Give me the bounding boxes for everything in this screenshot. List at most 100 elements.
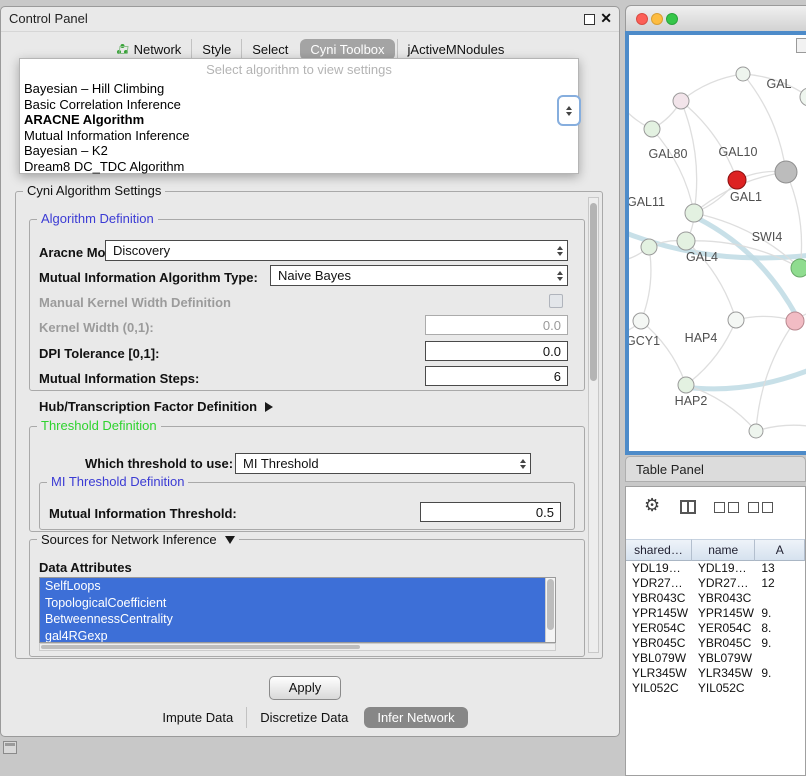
mi-threshold-field[interactable]: 0.5 bbox=[420, 502, 561, 522]
minimize-traffic-light[interactable] bbox=[651, 13, 663, 25]
bottom-tab-discretize-data[interactable]: Discretize Data bbox=[246, 707, 361, 728]
menu-item-dream8-dc-tdc-algorithm[interactable]: Dream8 DC_TDC Algorithm bbox=[20, 159, 578, 175]
column-header-shared[interactable]: shared… bbox=[626, 539, 692, 561]
table-row[interactable]: YIL052CYIL052C bbox=[626, 681, 805, 696]
column-header-a[interactable]: A bbox=[755, 539, 805, 561]
window-title: Control Panel bbox=[9, 11, 88, 26]
data-attributes-label: Data Attributes bbox=[39, 560, 132, 575]
mi-steps-field[interactable]: 6 bbox=[425, 366, 568, 386]
tab-network[interactable]: Network bbox=[106, 39, 192, 60]
table-cell: 8. bbox=[755, 621, 805, 636]
table-row[interactable]: YBL079WYBL079W bbox=[626, 651, 805, 666]
network-node[interactable] bbox=[673, 93, 689, 109]
menu-item-bayesian-hill-climbing[interactable]: Bayesian – Hill Climbing bbox=[20, 81, 578, 97]
tab-select[interactable]: Select bbox=[241, 39, 298, 60]
table-cell bbox=[755, 681, 805, 696]
mi-threshold-group-title: MI Threshold Definition bbox=[47, 474, 188, 489]
menu-item-basic-correlation-inference[interactable]: Basic Correlation Inference bbox=[20, 97, 578, 113]
network-node[interactable] bbox=[736, 67, 750, 81]
attr-items: SelfLoopsTopologicalCoefficientBetweenne… bbox=[40, 578, 555, 643]
gear-icon[interactable]: ⚙ bbox=[644, 495, 660, 516]
birdseye-toggle[interactable] bbox=[796, 38, 806, 53]
node-label: GAL11 bbox=[629, 195, 665, 209]
scrollbar-thumb[interactable] bbox=[590, 203, 597, 381]
tab-jactivemnodules[interactable]: jActiveMNodules bbox=[397, 39, 515, 60]
network-edge bbox=[681, 101, 737, 180]
zoom-traffic-light[interactable] bbox=[666, 13, 678, 25]
bottom-tab-infer-network[interactable]: Infer Network bbox=[364, 707, 467, 728]
close-icon[interactable]: ✕ bbox=[600, 10, 612, 27]
data-attributes-list[interactable]: SelfLoopsTopologicalCoefficientBetweenne… bbox=[39, 577, 556, 643]
dpi-tolerance-field[interactable]: 0.0 bbox=[425, 341, 568, 361]
tab-label: Select bbox=[252, 42, 288, 57]
close-traffic-light[interactable] bbox=[636, 13, 648, 25]
which-threshold-select[interactable]: MI Threshold bbox=[235, 453, 531, 474]
table-row[interactable]: YER054CYER054C8. bbox=[626, 621, 805, 636]
select-all-checks-icon[interactable] bbox=[714, 502, 739, 513]
deselect-all-checks-icon[interactable] bbox=[748, 502, 773, 513]
float-icon[interactable] bbox=[584, 14, 595, 25]
scrollbar-thumb[interactable] bbox=[547, 579, 554, 630]
apply-button[interactable]: Apply bbox=[269, 676, 341, 700]
table-row[interactable]: YBR043CYBR043C bbox=[626, 591, 805, 606]
menu-item-bayesian-k2[interactable]: Bayesian – K2 bbox=[20, 143, 578, 159]
table-cell: YBR043C bbox=[692, 591, 755, 606]
list-vertical-scrollbar[interactable] bbox=[545, 578, 555, 642]
list-horizontal-scrollbar[interactable] bbox=[39, 643, 556, 651]
attribute-item-gal4rgexp[interactable]: gal4RGexp bbox=[40, 628, 545, 644]
table-cell: YBL079W bbox=[692, 651, 755, 666]
mi-type-select[interactable]: Naive Bayes bbox=[270, 265, 568, 286]
table-cell: YIL052C bbox=[626, 681, 692, 696]
algorithm-definition-title: Algorithm Definition bbox=[37, 211, 158, 226]
network-node[interactable] bbox=[791, 259, 806, 277]
menu-item-aracne-algorithm[interactable]: ARACNE Algorithm bbox=[20, 112, 578, 128]
control-panel-titlebar: Control Panel ✕ bbox=[1, 7, 619, 32]
columns-icon[interactable] bbox=[680, 500, 696, 514]
network-node[interactable] bbox=[641, 239, 657, 255]
network-node[interactable] bbox=[728, 171, 746, 189]
network-node[interactable] bbox=[685, 204, 703, 222]
attribute-item-selfloops[interactable]: SelfLoops bbox=[40, 578, 545, 595]
column-header-name[interactable]: name bbox=[692, 539, 756, 561]
network-node[interactable] bbox=[728, 312, 744, 328]
minimized-panel-icon[interactable] bbox=[3, 741, 17, 754]
sources-disclosure[interactable]: Sources for Network Inference bbox=[37, 532, 239, 547]
network-graph: GALGAL80GAL10GAL11GAL1SWI4GAL4GCY1HAP4HA… bbox=[629, 35, 806, 451]
tab-label: Style bbox=[202, 42, 231, 57]
network-node[interactable] bbox=[749, 424, 763, 438]
table-cell: YLR345W bbox=[626, 666, 692, 681]
node-label: GAL1 bbox=[730, 190, 762, 204]
network-node[interactable] bbox=[677, 232, 695, 250]
chevron-down-icon bbox=[225, 536, 235, 544]
network-canvas[interactable]: GALGAL80GAL10GAL11GAL1SWI4GAL4GCY1HAP4HA… bbox=[625, 31, 806, 455]
table-row[interactable]: YPR145WYPR145W9. bbox=[626, 606, 805, 621]
bottom-tab-impute-data[interactable]: Impute Data bbox=[149, 707, 246, 728]
network-node[interactable] bbox=[644, 121, 660, 137]
checked-box-icon bbox=[728, 502, 739, 513]
table-row[interactable]: YBR045CYBR045C9. bbox=[626, 636, 805, 651]
aracne-mode-select[interactable]: Discovery bbox=[105, 240, 568, 261]
menu-item-mutual-information-inference[interactable]: Mutual Information Inference bbox=[20, 128, 578, 144]
settings-scrollbar[interactable] bbox=[588, 197, 599, 653]
table-row[interactable]: YLR345WYLR345W9. bbox=[626, 666, 805, 681]
node-label: HAP4 bbox=[685, 331, 718, 345]
hub-definition-disclosure[interactable]: Hub/Transcription Factor Definition bbox=[39, 399, 273, 414]
attribute-item-topologicalcoefficient[interactable]: TopologicalCoefficient bbox=[40, 595, 545, 612]
network-node[interactable] bbox=[786, 312, 804, 330]
manual-kernel-checkbox bbox=[549, 294, 563, 308]
network-node[interactable] bbox=[775, 161, 797, 183]
table-cell: YDR27… bbox=[692, 576, 755, 591]
attribute-item-betweennesscentrality[interactable]: BetweennessCentrality bbox=[40, 611, 545, 628]
table-row[interactable]: YDL19…YDL19…13 bbox=[626, 561, 805, 576]
which-threshold-value: MI Threshold bbox=[236, 456, 515, 471]
network-node[interactable] bbox=[800, 88, 806, 106]
network-node[interactable] bbox=[633, 313, 649, 329]
algorithm-menu: Select algorithm to view settings Bayesi… bbox=[19, 58, 579, 174]
combo-stepper-focus-fragment[interactable] bbox=[557, 95, 581, 126]
network-node[interactable] bbox=[678, 377, 694, 393]
tab-cyni-toolbox[interactable]: Cyni Toolbox bbox=[300, 39, 394, 60]
table-row[interactable]: YDR27…YDR27…12 bbox=[626, 576, 805, 591]
tab-style[interactable]: Style bbox=[191, 39, 241, 60]
scrollbar-thumb[interactable] bbox=[41, 645, 360, 649]
node-label: SWI4 bbox=[752, 230, 783, 244]
